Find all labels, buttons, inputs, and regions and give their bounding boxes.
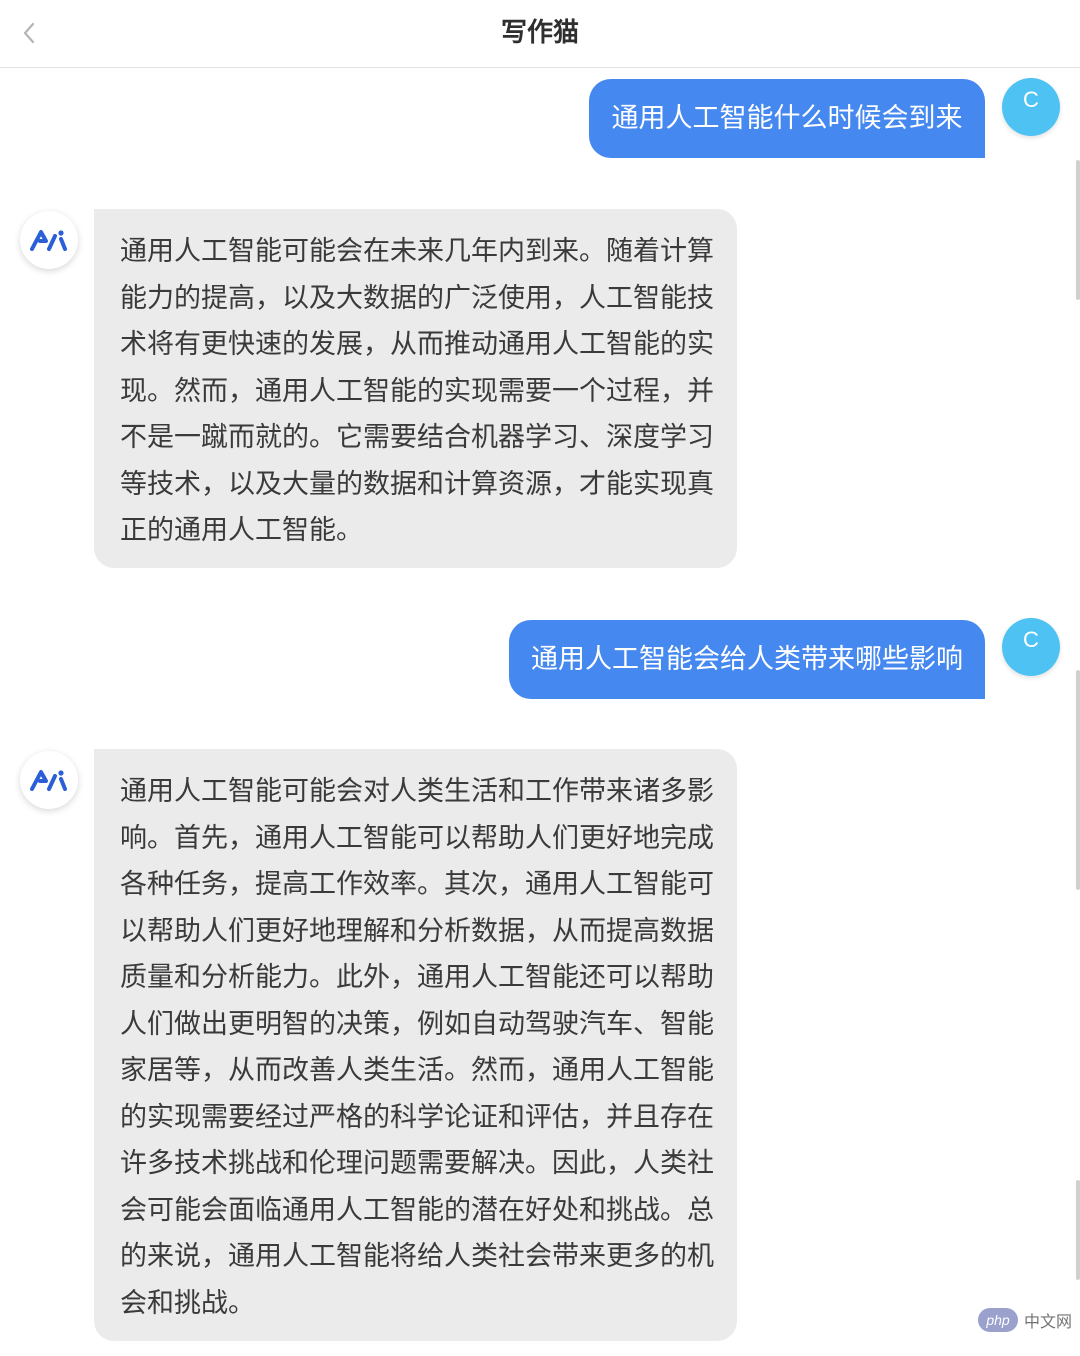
ai-message-line: 的实现需要经过严格的科学论证和评估，并且存在: [120, 1101, 714, 1133]
ai-message-line: 通用人工智能可能会对人类生活和工作带来诸多影: [120, 776, 714, 807]
ai-message-line: 质量和分析能力。此外，通用人工智能还可以帮助: [120, 962, 714, 993]
user-avatar[interactable]: C: [1002, 618, 1060, 676]
avatar-letter: C: [1023, 87, 1039, 112]
top-bar: 写作猫: [0, 0, 1080, 68]
scrollbar-track-segment: [1076, 1180, 1080, 1280]
ai-message-line: 等技术，以及大量的数据和计算资源，才能实现真: [120, 468, 714, 500]
user-message-bubble[interactable]: 通用人工智能什么时候会到来: [589, 79, 985, 158]
ai-message-bubble[interactable]: 通用人工智能可能会对人类生活和工作带来诸多影 响。首先，通用人工智能可以帮助人们…: [94, 749, 737, 1341]
ai-message-line: 许多技术挑战和伦理问题需要解决。因此，人类社: [120, 1148, 714, 1179]
ai-message-line: 会和挑战。: [120, 1287, 255, 1319]
ai-message-line: 响。首先，通用人工智能可以帮助人们更好地完成: [120, 822, 714, 854]
ai-message-line: 的来说，通用人工智能将给人类社会带来更多的机: [120, 1241, 714, 1272]
avatar-letter: C: [1023, 627, 1039, 652]
ai-message-line: 术将有更快速的发展，从而推动通用人工智能的实: [120, 329, 714, 360]
ai-avatar[interactable]: [20, 211, 78, 269]
ai-message-line: 以帮助人们更好地理解和分析数据，从而提高数据: [120, 915, 714, 947]
ai-message-line: 不是一蹴而就的。它需要结合机器学习、深度学习: [120, 422, 714, 453]
scrollbar-track-segment: [1076, 670, 1080, 890]
ai-message-line: 现。然而，通用人工智能的实现需要一个过程，并: [120, 375, 714, 407]
chat-page: 写作猫 通用人工智能什么时候会到来 C 通用人工智能可能会在未来几年内到来。随着…: [0, 0, 1080, 1356]
page-title: 写作猫: [500, 18, 579, 48]
ai-message-line: 人们做出更明智的决策，例如自动驾驶汽车、智能: [120, 1008, 714, 1040]
watermark: php 中文网: [978, 1308, 1072, 1332]
ai-logo-icon: [30, 230, 67, 251]
scrollbar-thumb[interactable]: [1076, 160, 1080, 300]
ai-message-line: 各种任务，提高工作效率。其次，通用人工智能可: [120, 869, 714, 900]
user-avatar[interactable]: C: [1002, 78, 1060, 136]
ai-logo-icon: [30, 770, 67, 791]
ai-message-line: 通用人工智能可能会在未来几年内到来。随着计算: [120, 236, 714, 267]
user-message-text: 通用人工智能什么时候会到来: [611, 102, 963, 134]
ai-message-line: 家居等，从而改善人类生活。然而，通用人工智能: [120, 1055, 714, 1086]
ai-message-line: 正的通用人工智能。: [120, 515, 363, 546]
ai-message-line: 会可能会面临通用人工智能的潜在好处和挑战。总: [120, 1194, 714, 1226]
ai-avatar[interactable]: [20, 751, 78, 809]
user-message-bubble[interactable]: 通用人工智能会给人类带来哪些影响: [509, 620, 985, 699]
watermark-badge: php: [978, 1308, 1018, 1332]
user-message-text: 通用人工智能会给人类带来哪些影响: [531, 643, 963, 675]
ai-message-line: 能力的提高，以及大数据的广泛使用，人工智能技: [120, 282, 714, 314]
ai-message-bubble[interactable]: 通用人工智能可能会在未来几年内到来。随着计算 能力的提高，以及大数据的广泛使用，…: [94, 209, 737, 568]
watermark-text: 中文网: [1024, 1312, 1073, 1331]
